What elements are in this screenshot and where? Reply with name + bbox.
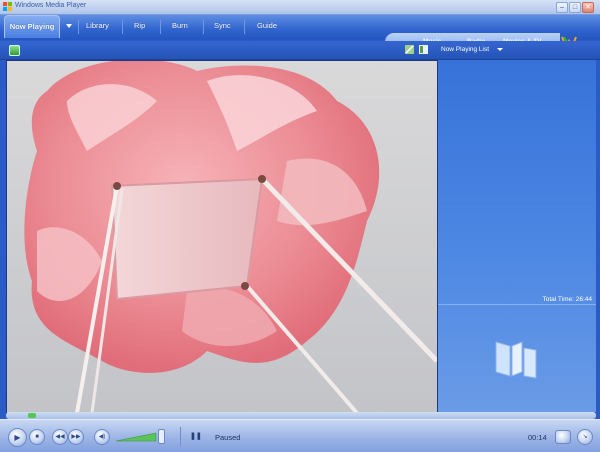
tab-separator (203, 20, 204, 34)
play-button[interactable]: ▶ (8, 428, 27, 447)
media-guide-icon (495, 341, 537, 379)
enhancements-icon[interactable] (9, 45, 20, 56)
tab-now-playing[interactable]: Now Playing (4, 15, 60, 38)
tab-separator (78, 20, 79, 34)
previous-button[interactable]: ◀◀ (52, 429, 68, 445)
playlist-options-icon[interactable] (419, 45, 428, 54)
tab-separator (122, 20, 123, 34)
tab-rip[interactable]: Rip (134, 21, 145, 30)
mini-mode-icon: ↘ (582, 434, 588, 440)
feature-taskbar: Now Playing Library Rip Burn Sync Guide … (0, 15, 600, 51)
close-button[interactable]: ✕ (582, 2, 594, 13)
minimize-button[interactable]: – (556, 2, 568, 13)
now-playing-list-pane[interactable]: Total Time: 26:44 (438, 60, 596, 412)
stop-icon: ■ (35, 434, 39, 440)
tab-guide[interactable]: Guide (257, 21, 277, 30)
fullscreen-button[interactable] (555, 430, 571, 444)
playback-controls: ▶ ■ ◀◀ ▶▶ ◀) ❚❚ Paused 00:14 ↘ (0, 419, 600, 452)
mute-button[interactable]: ◀) (94, 429, 110, 445)
play-icon: ▶ (14, 433, 21, 442)
now-playing-dropdown-icon[interactable] (66, 24, 72, 28)
app-icon (3, 2, 12, 11)
playback-status: Paused (215, 433, 241, 442)
previous-icon: ◀◀ (55, 434, 65, 440)
media-player-window: Windows Media Player – □ ✕ Now Playing L… (0, 0, 600, 452)
seek-bar[interactable] (6, 412, 596, 419)
tab-sync[interactable]: Sync (214, 21, 231, 30)
volume-thumb[interactable] (158, 429, 165, 444)
now-playing-toolbar: Now Playing List (0, 41, 600, 60)
maximize-icon: □ (572, 4, 578, 11)
title-bar: Windows Media Player – □ ✕ (0, 0, 600, 15)
divider (438, 304, 596, 305)
control-separator (180, 427, 181, 446)
video-display[interactable] (6, 60, 438, 414)
playlist-dropdown-icon[interactable] (497, 48, 503, 51)
seek-thumb[interactable] (28, 413, 36, 418)
now-playing-list-label[interactable]: Now Playing List (441, 46, 489, 53)
next-button[interactable]: ▶▶ (68, 429, 84, 445)
tab-separator (244, 20, 245, 34)
tab-separator (160, 20, 161, 34)
mini-mode-button[interactable]: ↘ (577, 429, 593, 445)
video-frame-image (24, 61, 437, 413)
next-icon: ▶▶ (71, 434, 81, 440)
tab-burn[interactable]: Burn (172, 21, 188, 30)
elapsed-time: 00:14 (528, 433, 547, 442)
pause-icon[interactable]: ❚❚ (190, 432, 202, 440)
mute-icon: ◀) (98, 434, 106, 440)
total-time-label: Total Time: 26:44 (542, 296, 593, 303)
close-icon: ✕ (585, 4, 591, 11)
volume-slider[interactable] (116, 432, 160, 442)
visualization-icon[interactable] (405, 45, 414, 54)
window-title: Windows Media Player (15, 2, 87, 9)
stop-button[interactable]: ■ (29, 429, 45, 445)
minimize-icon: – (560, 4, 564, 11)
maximize-button[interactable]: □ (569, 2, 581, 13)
tab-library[interactable]: Library (86, 21, 109, 30)
